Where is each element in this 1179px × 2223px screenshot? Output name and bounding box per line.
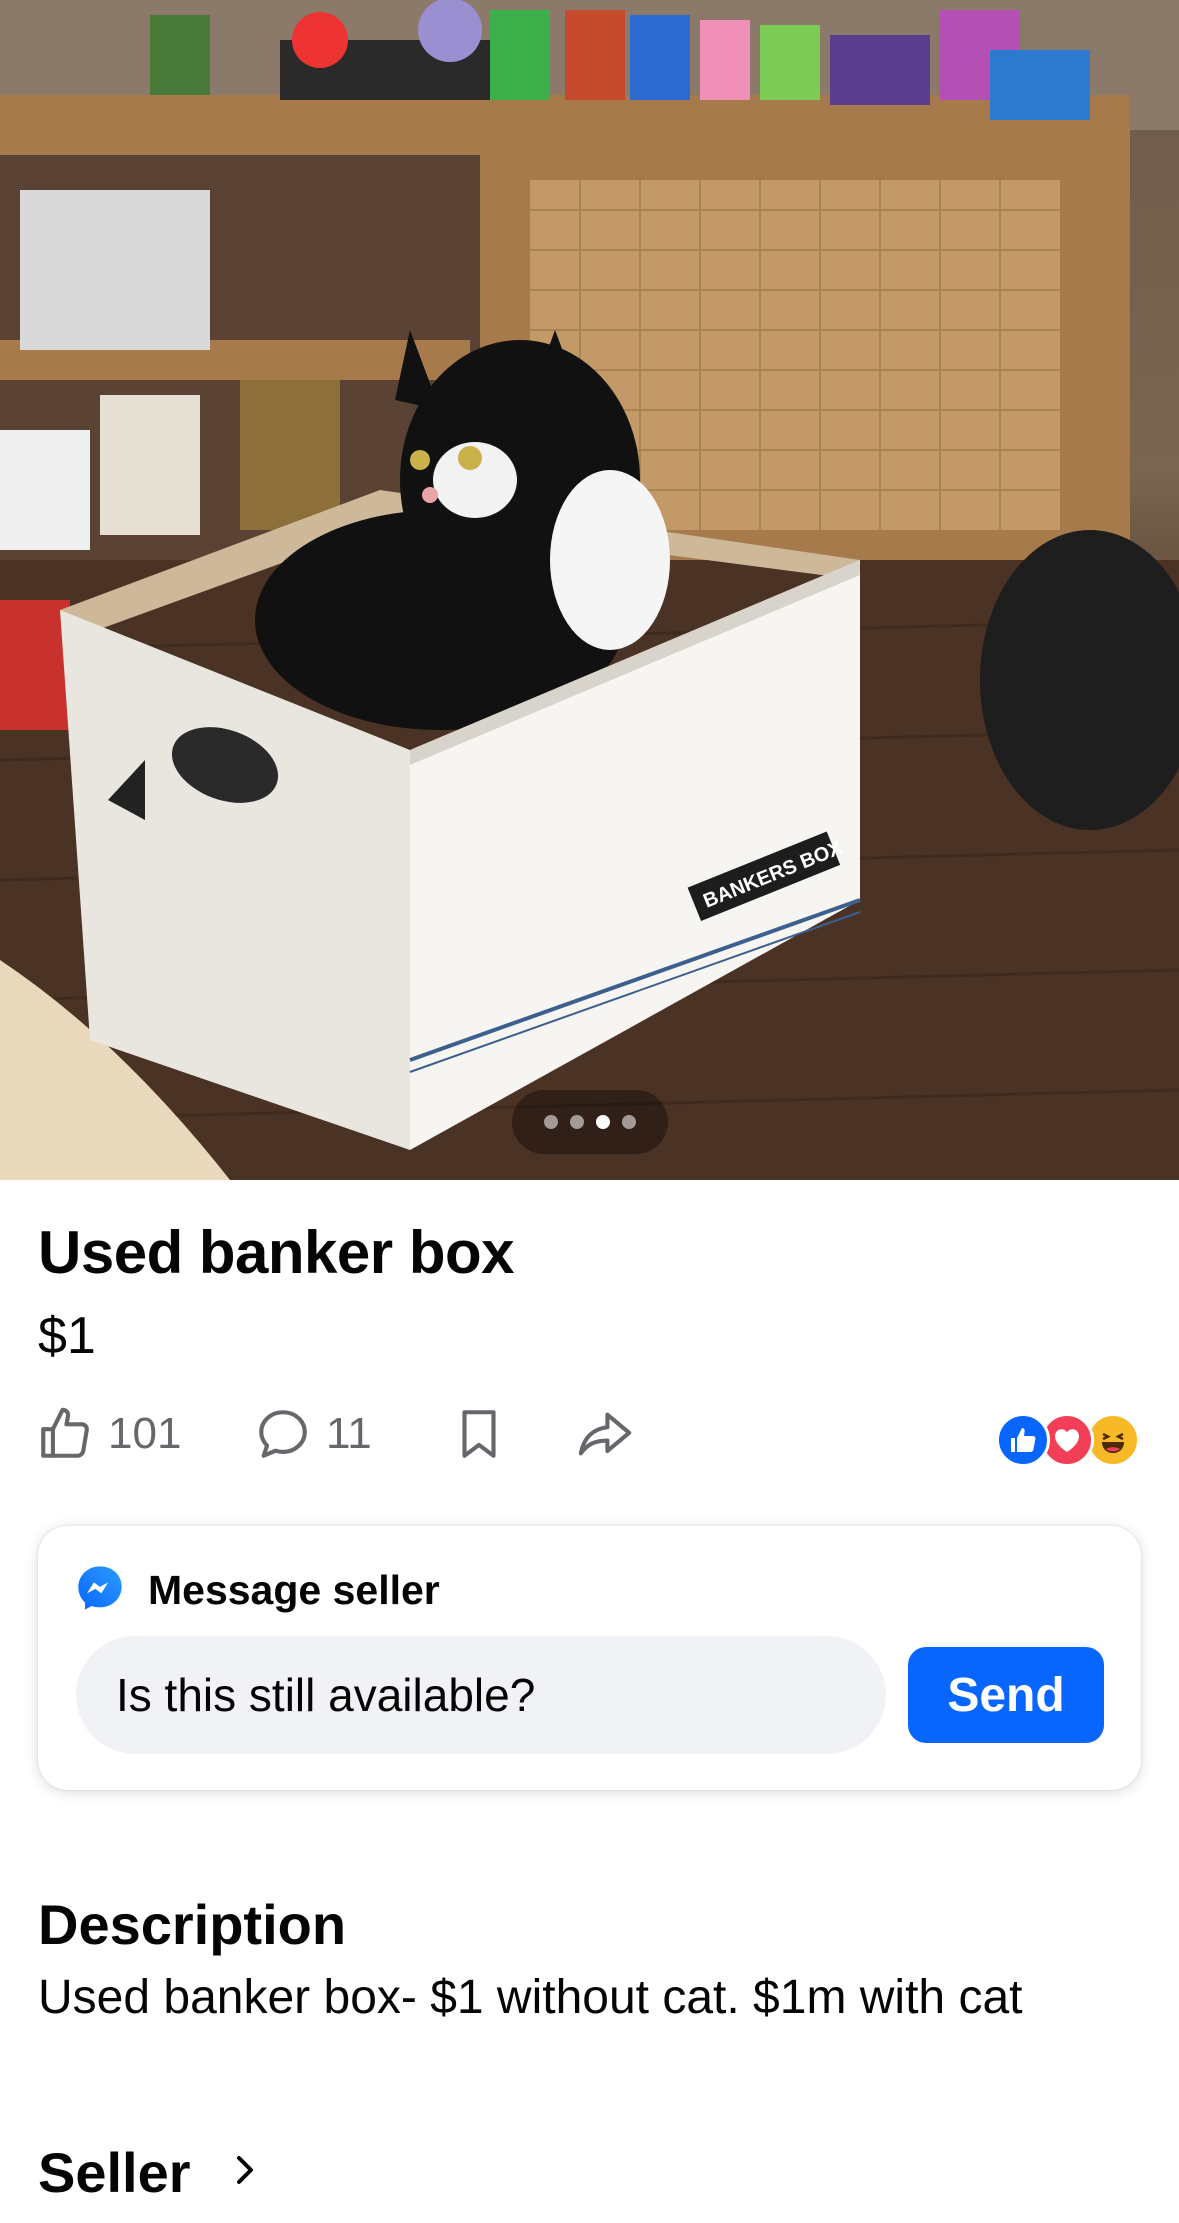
carousel-dot[interactable] bbox=[570, 1115, 584, 1129]
bookmark-icon bbox=[450, 1405, 508, 1463]
like-button[interactable]: 101 bbox=[36, 1405, 181, 1463]
comment-button[interactable]: 11 bbox=[254, 1405, 372, 1463]
carousel-dot[interactable] bbox=[544, 1115, 558, 1129]
carousel-dot[interactable] bbox=[622, 1115, 636, 1129]
messenger-icon bbox=[74, 1562, 126, 1619]
carousel-indicator[interactable] bbox=[512, 1090, 668, 1154]
carousel-dot-active[interactable] bbox=[596, 1115, 610, 1129]
chevron-right-icon bbox=[231, 2150, 259, 2195]
reaction-summary[interactable] bbox=[996, 1413, 1146, 1469]
seller-heading: Seller bbox=[38, 2141, 191, 2204]
description-text: Used banker box- $1 without cat. $1m wit… bbox=[38, 1971, 1023, 2024]
share-button[interactable] bbox=[574, 1405, 636, 1463]
send-button[interactable]: Send bbox=[908, 1647, 1104, 1743]
listing-price: $1 bbox=[38, 1307, 96, 1365]
comment-count: 11 bbox=[326, 1409, 372, 1458]
description-heading: Description bbox=[38, 1893, 347, 1956]
photo-illustration: BANKERS BOX bbox=[0, 0, 1179, 1180]
thumbs-up-icon bbox=[36, 1405, 94, 1463]
comment-icon bbox=[254, 1405, 312, 1463]
share-arrow-icon bbox=[574, 1405, 636, 1463]
action-row: 101 11 bbox=[36, 1405, 1146, 1475]
listing-photo[interactable]: BANKERS BOX bbox=[0, 0, 1179, 1180]
like-count: 101 bbox=[108, 1409, 182, 1458]
like-reaction-icon bbox=[996, 1413, 1050, 1467]
haha-reaction-icon bbox=[1086, 1413, 1140, 1467]
message-input[interactable] bbox=[76, 1636, 886, 1754]
message-seller-card: Message seller Send bbox=[38, 1526, 1141, 1790]
save-button[interactable] bbox=[450, 1405, 508, 1463]
message-seller-heading: Message seller bbox=[148, 1567, 440, 1613]
message-seller-header: Message seller bbox=[74, 1562, 440, 1619]
listing-title: Used banker box bbox=[38, 1219, 515, 1286]
seller-section-link[interactable]: Seller bbox=[38, 2140, 259, 2205]
